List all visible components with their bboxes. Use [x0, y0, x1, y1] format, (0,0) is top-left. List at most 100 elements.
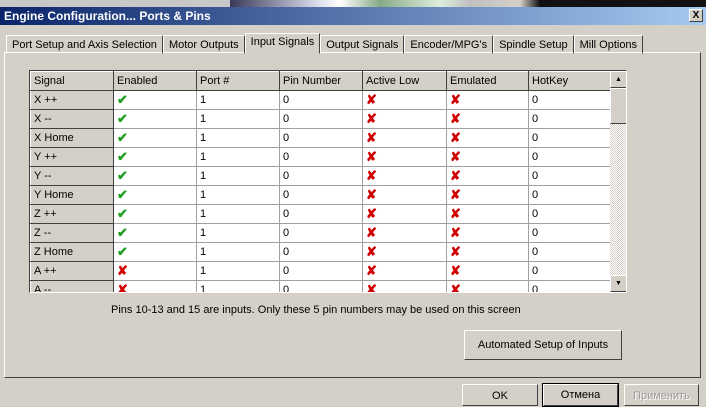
column-header[interactable]: Port #: [196, 71, 280, 91]
emulated-cell[interactable]: ✘: [446, 223, 529, 243]
port-cell[interactable]: 1: [196, 166, 280, 186]
signal-cell[interactable]: X Home: [30, 128, 114, 148]
active-low-cell[interactable]: ✘: [362, 166, 447, 186]
hotkey-cell[interactable]: 0: [528, 242, 611, 262]
active-low-cell[interactable]: ✘: [362, 185, 447, 205]
emulated-cell[interactable]: ✘: [446, 90, 529, 110]
ok-button[interactable]: OK: [462, 384, 538, 406]
hotkey-cell[interactable]: 0: [528, 204, 611, 224]
port-cell[interactable]: 1: [196, 261, 280, 281]
tab-motor-outputs[interactable]: Motor Outputs: [162, 35, 245, 54]
pin-number-cell[interactable]: 0: [279, 109, 363, 129]
hotkey-cell[interactable]: 0: [528, 128, 611, 148]
hotkey-cell[interactable]: 0: [528, 109, 611, 129]
column-header[interactable]: Enabled: [113, 71, 197, 91]
hotkey-cell[interactable]: 0: [528, 90, 611, 110]
port-cell[interactable]: 1: [196, 280, 280, 292]
scroll-down-button[interactable]: ▼: [610, 275, 626, 292]
signal-cell[interactable]: A ++: [30, 261, 114, 281]
port-cell[interactable]: 1: [196, 185, 280, 205]
active-low-cell[interactable]: ✘: [362, 147, 447, 167]
column-header[interactable]: Signal: [30, 71, 114, 91]
pin-number-cell[interactable]: 0: [279, 204, 363, 224]
emulated-cell[interactable]: ✘: [446, 109, 529, 129]
emulated-cell[interactable]: ✘: [446, 147, 529, 167]
enabled-cell[interactable]: ✘: [113, 280, 197, 292]
enabled-cell[interactable]: ✔: [113, 109, 197, 129]
pin-number-cell[interactable]: 0: [279, 280, 363, 292]
active-low-cell[interactable]: ✘: [362, 109, 447, 129]
column-header[interactable]: Active Low: [362, 71, 447, 91]
active-low-cell[interactable]: ✘: [362, 223, 447, 243]
tab-port-setup-and-axis-selection[interactable]: Port Setup and Axis Selection: [6, 35, 163, 54]
emulated-cell[interactable]: ✘: [446, 166, 529, 186]
hotkey-cell[interactable]: 0: [528, 147, 611, 167]
close-button[interactable]: X: [689, 9, 703, 22]
port-cell[interactable]: 1: [196, 90, 280, 110]
signal-cell[interactable]: Z ++: [30, 204, 114, 224]
enabled-cell[interactable]: ✔: [113, 223, 197, 243]
signal-cell[interactable]: Y --: [30, 166, 114, 186]
active-low-cell[interactable]: ✘: [362, 280, 447, 292]
column-header[interactable]: HotKey: [528, 71, 611, 91]
vertical-scrollbar[interactable]: ▲ ▼: [610, 71, 626, 292]
active-low-cell[interactable]: ✘: [362, 204, 447, 224]
hotkey-cell[interactable]: 0: [528, 166, 611, 186]
active-low-cell[interactable]: ✘: [362, 242, 447, 262]
port-cell[interactable]: 1: [196, 223, 280, 243]
hotkey-cell[interactable]: 0: [528, 185, 611, 205]
port-cell[interactable]: 1: [196, 204, 280, 224]
emulated-cell[interactable]: ✘: [446, 261, 529, 281]
enabled-cell[interactable]: ✔: [113, 147, 197, 167]
pin-number-cell[interactable]: 0: [279, 147, 363, 167]
signal-cell[interactable]: X ++: [30, 90, 114, 110]
pin-number-cell[interactable]: 0: [279, 223, 363, 243]
port-cell[interactable]: 1: [196, 109, 280, 129]
column-header[interactable]: Emulated: [446, 71, 529, 91]
cancel-button[interactable]: Отмена: [542, 383, 619, 407]
active-low-cell[interactable]: ✘: [362, 128, 447, 148]
tab-encoder-mpg-s[interactable]: Encoder/MPG's: [404, 35, 494, 54]
pin-number-cell[interactable]: 0: [279, 185, 363, 205]
signal-cell[interactable]: X --: [30, 109, 114, 129]
signal-cell[interactable]: Y ++: [30, 147, 114, 167]
port-cell[interactable]: 1: [196, 242, 280, 262]
enabled-cell[interactable]: ✘: [113, 261, 197, 281]
tab-input-signals[interactable]: Input Signals: [244, 33, 321, 54]
enabled-cell[interactable]: ✔: [113, 166, 197, 186]
column-header[interactable]: Pin Number: [279, 71, 363, 91]
emulated-cell[interactable]: ✘: [446, 242, 529, 262]
signal-cell[interactable]: Z --: [30, 223, 114, 243]
active-low-cell[interactable]: ✘: [362, 261, 447, 281]
active-low-cell[interactable]: ✘: [362, 90, 447, 110]
signal-cell[interactable]: A --: [30, 280, 114, 292]
hotkey-cell[interactable]: 0: [528, 280, 611, 292]
tab-spindle-setup[interactable]: Spindle Setup: [493, 35, 574, 54]
apply-button[interactable]: Применить: [624, 384, 699, 406]
tab-output-signals[interactable]: Output Signals: [320, 35, 405, 54]
signal-cell[interactable]: Y Home: [30, 185, 114, 205]
port-cell[interactable]: 1: [196, 128, 280, 148]
enabled-cell[interactable]: ✔: [113, 204, 197, 224]
enabled-cell[interactable]: ✔: [113, 185, 197, 205]
pin-number-cell[interactable]: 0: [279, 128, 363, 148]
pin-number-cell[interactable]: 0: [279, 166, 363, 186]
emulated-cell[interactable]: ✘: [446, 204, 529, 224]
scroll-up-button[interactable]: ▲: [610, 71, 626, 88]
port-cell[interactable]: 1: [196, 147, 280, 167]
enabled-cell[interactable]: ✔: [113, 242, 197, 262]
tab-mill-options[interactable]: Mill Options: [573, 35, 644, 54]
pin-number-cell[interactable]: 0: [279, 90, 363, 110]
scroll-thumb[interactable]: [610, 88, 626, 124]
emulated-cell[interactable]: ✘: [446, 280, 529, 292]
hotkey-cell[interactable]: 0: [528, 261, 611, 281]
pin-number-cell[interactable]: 0: [279, 242, 363, 262]
hotkey-cell[interactable]: 0: [528, 223, 611, 243]
pin-number-cell[interactable]: 0: [279, 261, 363, 281]
automated-setup-button[interactable]: Automated Setup of Inputs: [464, 330, 622, 360]
enabled-cell[interactable]: ✔: [113, 128, 197, 148]
enabled-cell[interactable]: ✔: [113, 90, 197, 110]
signal-cell[interactable]: Z Home: [30, 242, 114, 262]
emulated-cell[interactable]: ✘: [446, 185, 529, 205]
emulated-cell[interactable]: ✘: [446, 128, 529, 148]
